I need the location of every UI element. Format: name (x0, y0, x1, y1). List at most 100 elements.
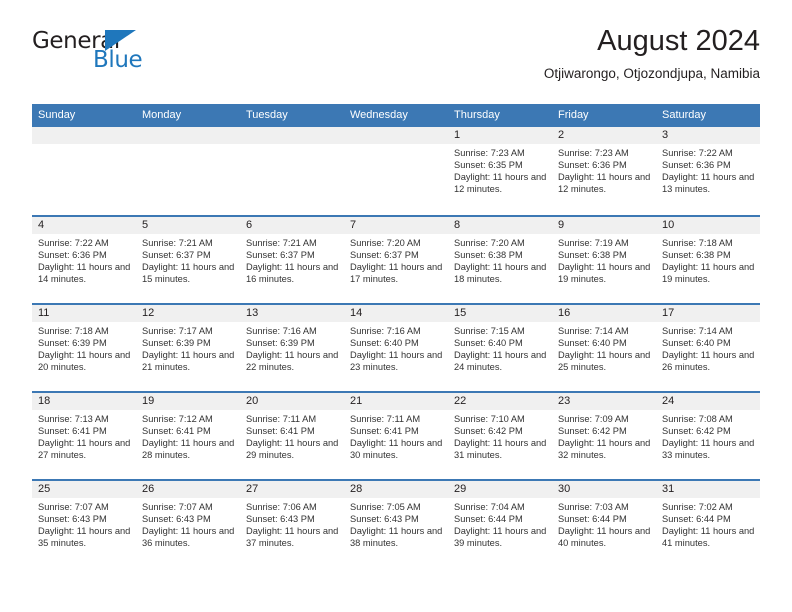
sunrise-text: Sunrise: 7:17 AM (142, 326, 213, 336)
sunrise-text: Sunrise: 7:06 AM (246, 502, 317, 512)
page-header: General Blue August 2024 Otjiwarongo, Ot… (0, 0, 792, 82)
day-number: 30 (552, 481, 656, 498)
day-cell[interactable]: 21 Sunrise: 7:11 AM Sunset: 6:41 PM Dayligh… (344, 393, 448, 479)
sunrise-text: Sunrise: 7:07 AM (38, 502, 109, 512)
sunrise-text: Sunrise: 7:05 AM (350, 502, 421, 512)
day-details: Sunrise: 7:10 AM Sunset: 6:42 PM Daylight:… (448, 410, 552, 461)
sunset-text: Sunset: 6:37 PM (246, 250, 315, 261)
sunset-text: Sunset: 6:43 PM (246, 514, 315, 525)
day-cell[interactable]: 26 Sunrise: 7:07 AM Sunset: 6:43 PM Dayligh… (136, 481, 240, 567)
day-cell[interactable]: 11 Sunrise: 7:18 AM Sunset: 6:39 PM Dayligh… (32, 305, 136, 391)
day-details: Sunrise: 7:11 AM Sunset: 6:41 PM Daylight:… (240, 410, 344, 461)
daylight-text: Daylight: 11 hours and 14 minutes. (38, 262, 131, 285)
sunrise-text: Sunrise: 7:13 AM (38, 414, 109, 424)
sunrise-text: Sunrise: 7:14 AM (662, 326, 733, 336)
day-cell[interactable]: 10 Sunrise: 7:18 AM Sunset: 6:38 PM Dayligh… (656, 217, 760, 303)
daylight-text: Daylight: 11 hours and 41 minutes. (662, 526, 755, 549)
day-cell[interactable]: 28 Sunrise: 7:05 AM Sunset: 6:43 PM Dayligh… (344, 481, 448, 567)
day-details: Sunrise: 7:02 AM Sunset: 6:44 PM Daylight:… (656, 498, 760, 549)
sunrise-text: Sunrise: 7:07 AM (142, 502, 213, 512)
day-number: 17 (656, 305, 760, 322)
day-cell[interactable]: 13 Sunrise: 7:16 AM Sunset: 6:39 PM Dayligh… (240, 305, 344, 391)
day-details: Sunrise: 7:23 AM Sunset: 6:35 PM Daylight:… (448, 144, 552, 195)
day-number: 26 (136, 481, 240, 498)
sunset-text: Sunset: 6:37 PM (350, 250, 419, 261)
sunrise-text: Sunrise: 7:21 AM (246, 238, 317, 248)
day-cell[interactable]: 9 Sunrise: 7:19 AM Sunset: 6:38 PM Daylight… (552, 217, 656, 303)
sunset-text: Sunset: 6:36 PM (38, 250, 107, 261)
day-details: Sunrise: 7:20 AM Sunset: 6:37 PM Daylight:… (344, 234, 448, 285)
day-number: 11 (32, 305, 136, 322)
day-cell[interactable]: 17 Sunrise: 7:14 AM Sunset: 6:40 PM Dayligh… (656, 305, 760, 391)
sunset-text: Sunset: 6:38 PM (662, 250, 731, 261)
day-details: Sunrise: 7:15 AM Sunset: 6:40 PM Daylight:… (448, 322, 552, 373)
day-cell[interactable]: 19 Sunrise: 7:12 AM Sunset: 6:41 PM Dayligh… (136, 393, 240, 479)
day-cell-empty (32, 127, 136, 215)
day-cell[interactable]: 8 Sunrise: 7:20 AM Sunset: 6:38 PM Daylight… (448, 217, 552, 303)
sunset-text: Sunset: 6:36 PM (558, 160, 627, 171)
day-number: 12 (136, 305, 240, 322)
sunrise-text: Sunrise: 7:18 AM (38, 326, 109, 336)
sunrise-text: Sunrise: 7:16 AM (350, 326, 421, 336)
day-number: 5 (136, 217, 240, 234)
day-cell[interactable]: 23 Sunrise: 7:09 AM Sunset: 6:42 PM Dayligh… (552, 393, 656, 479)
daylight-text: Daylight: 11 hours and 17 minutes. (350, 262, 443, 285)
day-cell[interactable]: 1 Sunrise: 7:23 AM Sunset: 6:35 PM Daylight… (448, 127, 552, 215)
day-cell[interactable]: 14 Sunrise: 7:16 AM Sunset: 6:40 PM Dayligh… (344, 305, 448, 391)
sunset-text: Sunset: 6:40 PM (454, 338, 523, 349)
day-cell[interactable]: 27 Sunrise: 7:06 AM Sunset: 6:43 PM Dayligh… (240, 481, 344, 567)
day-cell[interactable]: 16 Sunrise: 7:14 AM Sunset: 6:40 PM Dayligh… (552, 305, 656, 391)
day-number: 13 (240, 305, 344, 322)
sunset-text: Sunset: 6:39 PM (142, 338, 211, 349)
day-number (240, 127, 344, 144)
day-cell[interactable]: 7 Sunrise: 7:20 AM Sunset: 6:37 PM Daylight… (344, 217, 448, 303)
sunrise-text: Sunrise: 7:02 AM (662, 502, 733, 512)
day-number: 10 (656, 217, 760, 234)
day-details: Sunrise: 7:13 AM Sunset: 6:41 PM Daylight:… (32, 410, 136, 461)
title-block: August 2024 Otjiwarongo, Otjozondjupa, N… (544, 24, 760, 83)
day-cell[interactable]: 24 Sunrise: 7:08 AM Sunset: 6:42 PM Dayligh… (656, 393, 760, 479)
day-cell[interactable]: 25 Sunrise: 7:07 AM Sunset: 6:43 PM Dayligh… (32, 481, 136, 567)
day-cell[interactable]: 3 Sunrise: 7:22 AM Sunset: 6:36 PM Daylight… (656, 127, 760, 215)
daylight-text: Daylight: 11 hours and 19 minutes. (558, 262, 651, 285)
daylight-text: Daylight: 11 hours and 13 minutes. (662, 172, 755, 195)
day-cell-empty (136, 127, 240, 215)
sunset-text: Sunset: 6:40 PM (350, 338, 419, 349)
general-blue-logo[interactable]: General Blue (32, 29, 152, 75)
daylight-text: Daylight: 11 hours and 37 minutes. (246, 526, 339, 549)
sunset-text: Sunset: 6:41 PM (350, 426, 419, 437)
day-cell[interactable]: 18 Sunrise: 7:13 AM Sunset: 6:41 PM Dayligh… (32, 393, 136, 479)
day-details: Sunrise: 7:20 AM Sunset: 6:38 PM Daylight:… (448, 234, 552, 285)
day-cell[interactable]: 5 Sunrise: 7:21 AM Sunset: 6:37 PM Daylight… (136, 217, 240, 303)
day-cell[interactable]: 31 Sunrise: 7:02 AM Sunset: 6:44 PM Dayligh… (656, 481, 760, 567)
day-details: Sunrise: 7:05 AM Sunset: 6:43 PM Daylight:… (344, 498, 448, 549)
day-cell[interactable]: 29 Sunrise: 7:04 AM Sunset: 6:44 PM Dayligh… (448, 481, 552, 567)
logo-text-blue: Blue (93, 47, 143, 73)
day-number: 18 (32, 393, 136, 410)
weekday-header-friday: Friday (558, 109, 589, 121)
day-number: 6 (240, 217, 344, 234)
day-cell[interactable]: 6 Sunrise: 7:21 AM Sunset: 6:37 PM Daylight… (240, 217, 344, 303)
daylight-text: Daylight: 11 hours and 22 minutes. (246, 350, 339, 373)
day-cell[interactable]: 20 Sunrise: 7:11 AM Sunset: 6:41 PM Dayligh… (240, 393, 344, 479)
sunrise-text: Sunrise: 7:19 AM (558, 238, 629, 248)
sunrise-text: Sunrise: 7:11 AM (350, 414, 421, 424)
day-details: Sunrise: 7:18 AM Sunset: 6:39 PM Daylight:… (32, 322, 136, 373)
week-row: 4 Sunrise: 7:22 AM Sunset: 6:36 PM Daylight… (32, 215, 760, 303)
day-cell[interactable]: 30 Sunrise: 7:03 AM Sunset: 6:44 PM Dayligh… (552, 481, 656, 567)
day-details: Sunrise: 7:11 AM Sunset: 6:41 PM Daylight:… (344, 410, 448, 461)
sunrise-text: Sunrise: 7:22 AM (38, 238, 109, 248)
daylight-text: Daylight: 11 hours and 18 minutes. (454, 262, 547, 285)
daylight-text: Daylight: 11 hours and 29 minutes. (246, 438, 339, 461)
day-details: Sunrise: 7:09 AM Sunset: 6:42 PM Daylight:… (552, 410, 656, 461)
day-number: 29 (448, 481, 552, 498)
sunset-text: Sunset: 6:39 PM (38, 338, 107, 349)
daylight-text: Daylight: 11 hours and 12 minutes. (558, 172, 651, 195)
sunrise-text: Sunrise: 7:23 AM (454, 148, 525, 158)
day-cell[interactable]: 2 Sunrise: 7:23 AM Sunset: 6:36 PM Daylight… (552, 127, 656, 215)
day-cell[interactable]: 12 Sunrise: 7:17 AM Sunset: 6:39 PM Dayligh… (136, 305, 240, 391)
day-cell[interactable]: 4 Sunrise: 7:22 AM Sunset: 6:36 PM Daylight… (32, 217, 136, 303)
weekday-header-row: Sunday Monday Tuesday Wednesday Thursday… (32, 104, 760, 127)
day-cell[interactable]: 15 Sunrise: 7:15 AM Sunset: 6:40 PM Dayligh… (448, 305, 552, 391)
day-cell[interactable]: 22 Sunrise: 7:10 AM Sunset: 6:42 PM Dayligh… (448, 393, 552, 479)
